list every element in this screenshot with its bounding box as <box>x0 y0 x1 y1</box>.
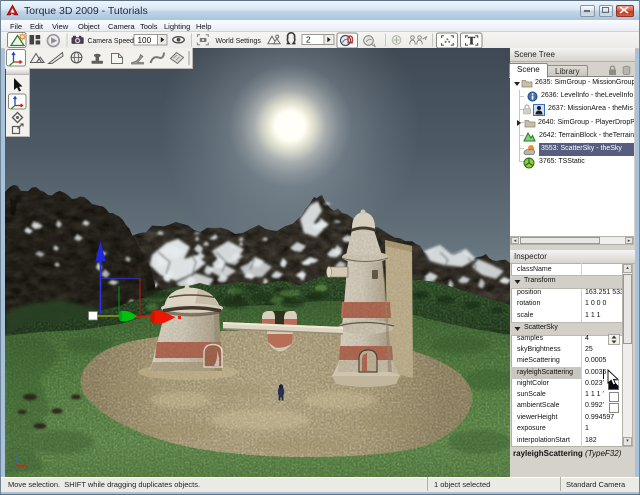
svg-text:2: 2 <box>306 36 311 45</box>
svg-text:Camera Speed: Camera Speed <box>88 38 135 45</box>
svg-text:World Settings: World Settings <box>216 38 262 45</box>
svg-text:100: 100 <box>138 36 152 45</box>
